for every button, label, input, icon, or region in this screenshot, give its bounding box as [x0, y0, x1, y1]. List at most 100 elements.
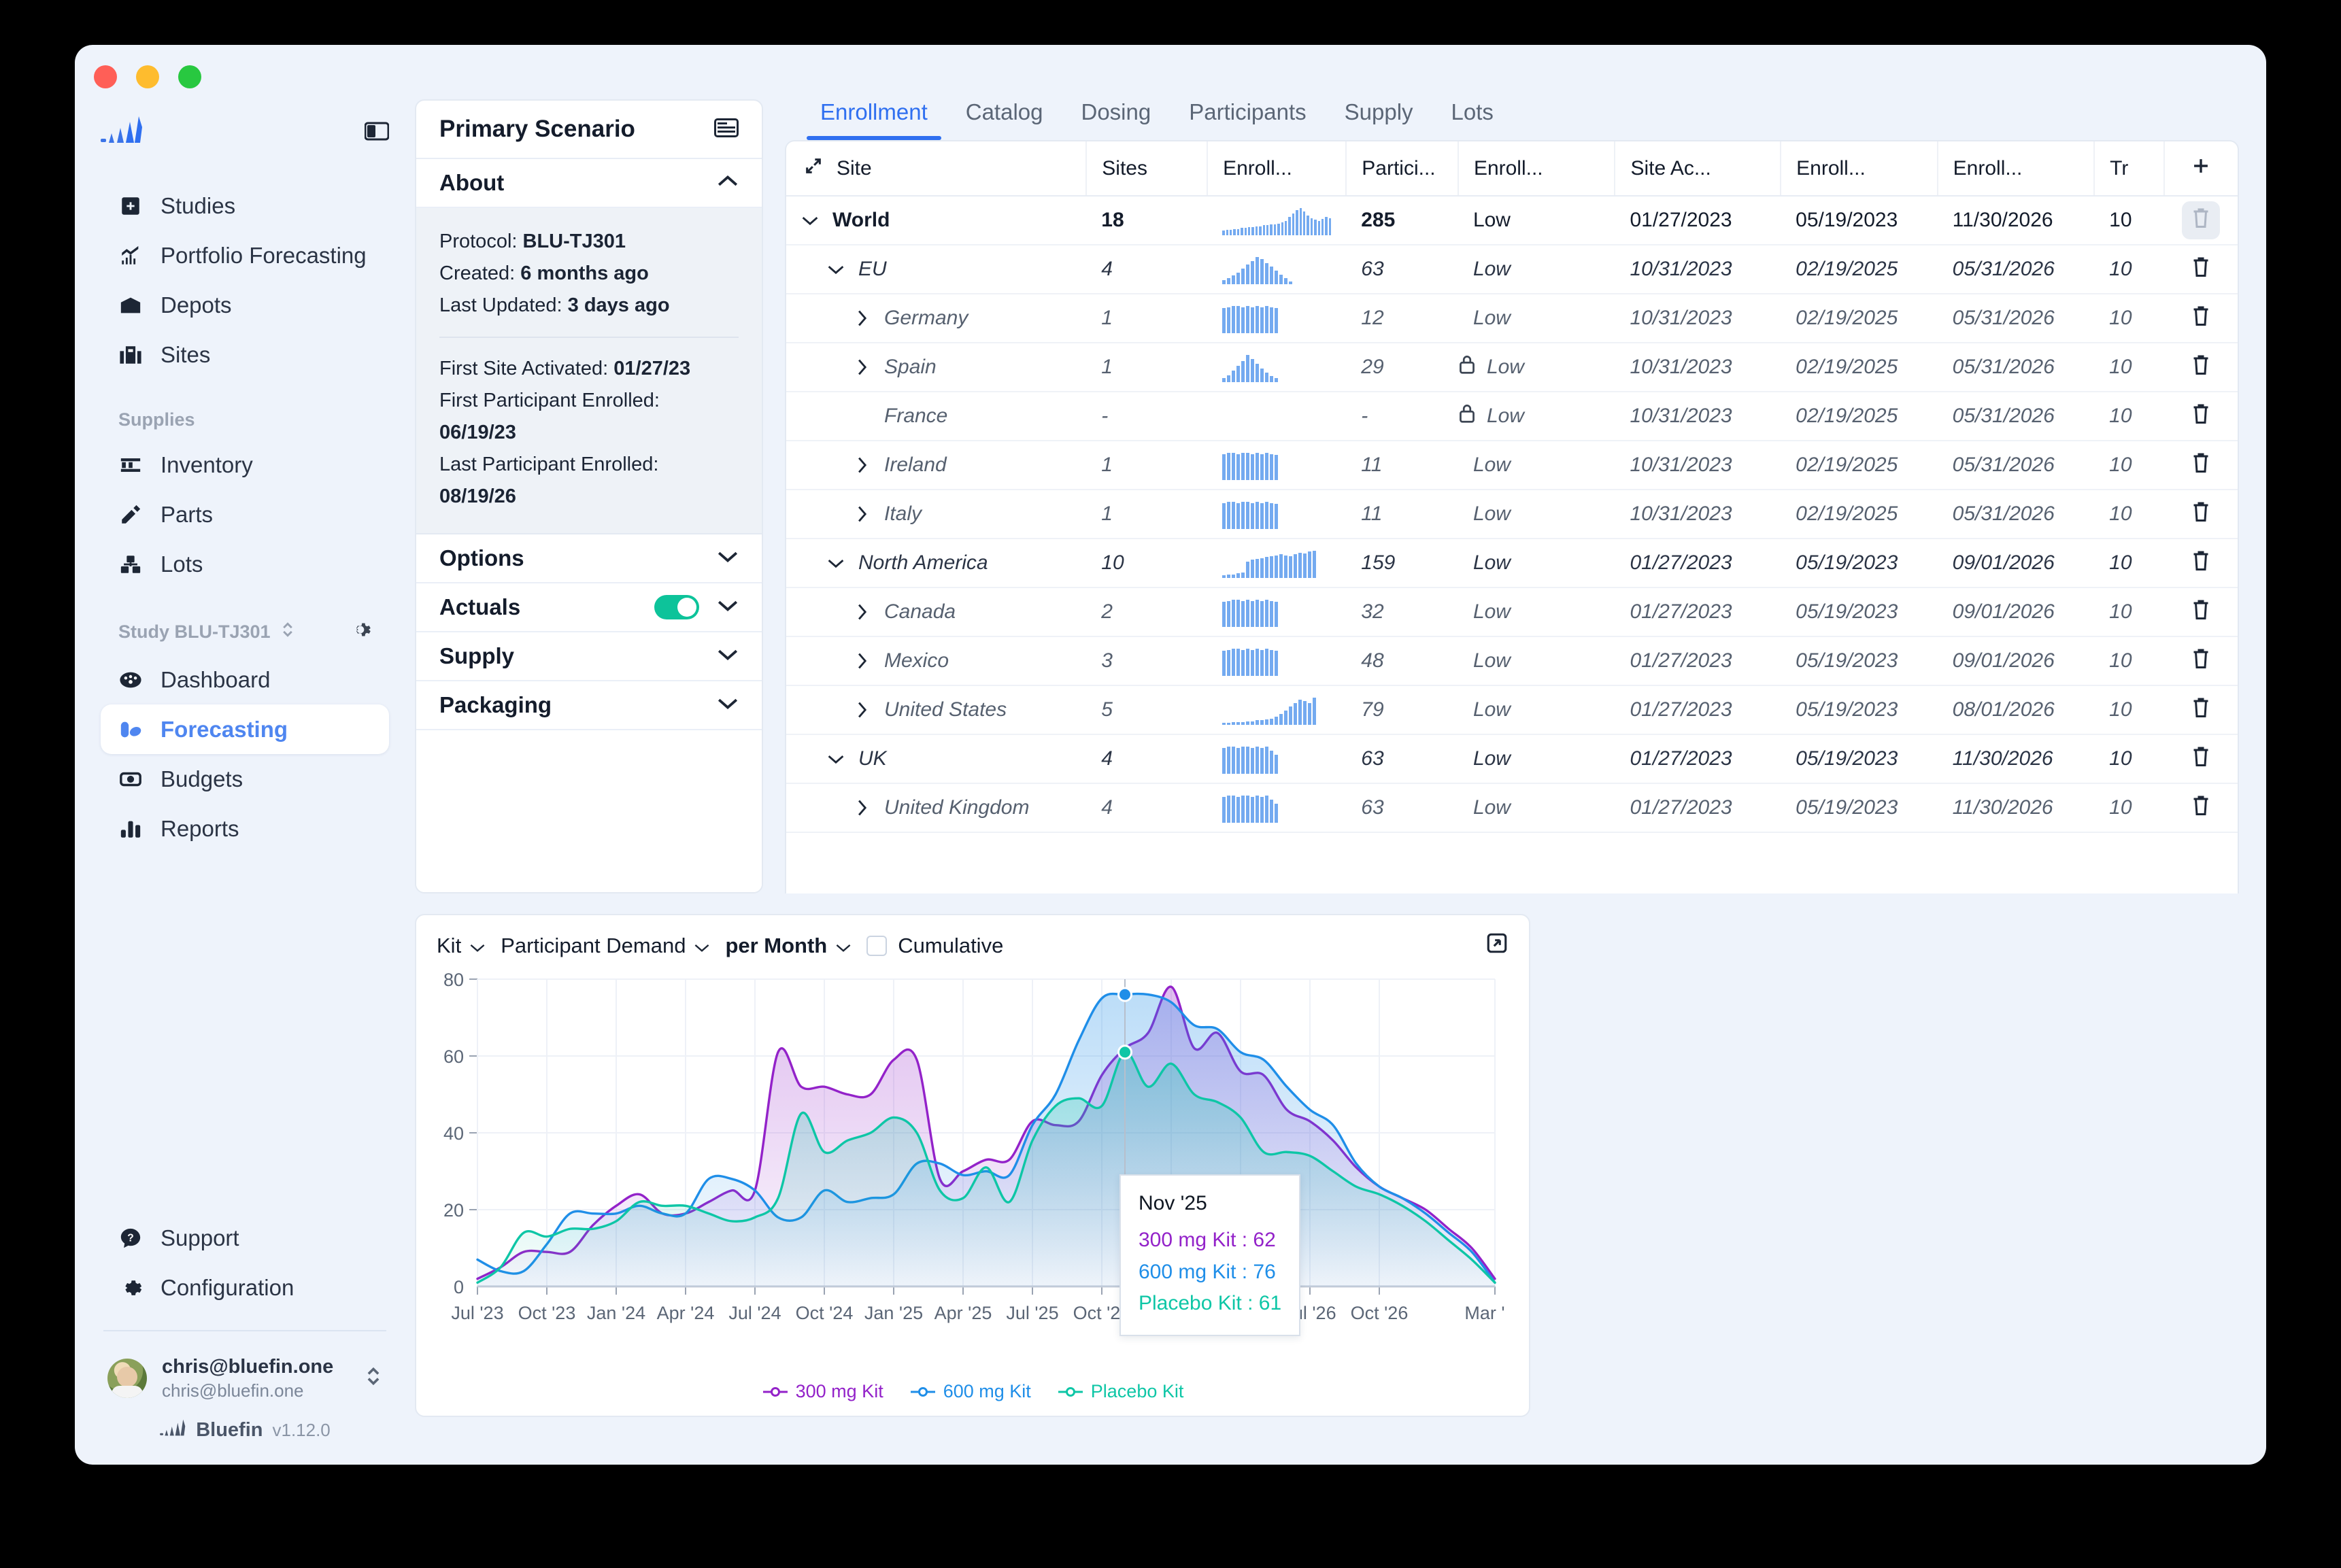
tab-dosing[interactable]: Dosing [1062, 99, 1170, 140]
cell-delete[interactable] [2163, 587, 2238, 637]
chevron-right-icon[interactable] [853, 701, 871, 719]
accordion-options-header[interactable]: Options [416, 534, 762, 583]
user-account-switcher[interactable]: chris@bluefin.one chris@bluefin.one [101, 1331, 389, 1401]
table-row[interactable]: Ireland 1 11 Low 10/31/2023 02/19/2025 05/31/2… [786, 441, 2238, 490]
table-row[interactable]: World 18 285 Low 01/27/2023 05/19/2023 11/30/2… [786, 196, 2238, 245]
table-row[interactable]: EU 4 63 Low 10/31/2023 02/19/2025 05/31/2026 10 [786, 245, 2238, 294]
table-row[interactable]: UK 4 63 Low 01/27/2023 05/19/2023 11/30/2026 10 [786, 734, 2238, 784]
delete-row-button[interactable] [2182, 250, 2220, 288]
tab-lots[interactable]: Lots [1432, 99, 1513, 140]
cell-site[interactable]: France [786, 392, 1087, 441]
delete-row-button[interactable] [2182, 642, 2220, 680]
cell-site[interactable]: UK [786, 734, 1087, 784]
bluefin-logo-icon[interactable] [101, 116, 143, 150]
sidebar-item-depots[interactable]: Depots [101, 280, 389, 330]
cell-site[interactable]: EU [786, 245, 1087, 294]
study-settings-gear-icon[interactable] [350, 619, 371, 645]
add-column-button[interactable] [2163, 141, 2238, 197]
sidebar-item-portfolio-forecasting[interactable]: Portfolio Forecasting [101, 231, 389, 280]
table-row[interactable]: United States 5 79 Low 01/27/2023 05/19/2023 0… [786, 685, 2238, 735]
accordion-about-header[interactable]: About [416, 159, 762, 208]
cell-delete[interactable] [2163, 490, 2238, 539]
study-selector-label[interactable]: Study BLU-TJ301 [118, 621, 271, 643]
cell-site[interactable]: United States [786, 685, 1087, 735]
chevron-up-icon[interactable] [717, 175, 739, 192]
chevron-right-icon[interactable] [853, 309, 871, 327]
column-header[interactable]: Enroll... [1781, 141, 1938, 197]
delete-row-button[interactable] [2182, 299, 2220, 337]
delete-row-button[interactable] [2182, 495, 2220, 533]
scenario-card-view-icon[interactable] [714, 118, 739, 141]
chevron-right-icon[interactable] [853, 652, 871, 670]
sidebar-item-support[interactable]: ? Support [101, 1213, 389, 1263]
column-header[interactable]: Tr [2094, 141, 2165, 197]
delete-row-button[interactable] [2182, 691, 2220, 729]
tab-participants[interactable]: Participants [1170, 99, 1325, 140]
tab-catalog[interactable]: Catalog [947, 99, 1062, 140]
table-row[interactable]: Spain 1 29 Low 10/31/2023 02/19/2025 05/31/202… [786, 343, 2238, 392]
sidebar-item-parts[interactable]: Parts [101, 490, 389, 539]
chevron-right-icon[interactable] [853, 505, 871, 523]
chevron-right-icon[interactable] [853, 799, 871, 817]
accordion-actuals-header[interactable]: Actuals [416, 583, 762, 632]
cell-site[interactable]: Ireland [786, 441, 1087, 490]
chevron-down-icon[interactable] [717, 647, 739, 664]
table-row[interactable]: Mexico 3 48 Low 01/27/2023 05/19/2023 09/01/20… [786, 636, 2238, 686]
cell-delete[interactable] [2163, 539, 2238, 588]
cell-delete[interactable] [2163, 196, 2238, 245]
chevron-down-icon[interactable] [801, 215, 819, 226]
table-row[interactable]: Italy 1 11 Low 10/31/2023 02/19/2025 05/31/202… [786, 490, 2238, 539]
table-row[interactable]: Canada 2 32 Low 01/27/2023 05/19/2023 09/01/20… [786, 587, 2238, 637]
sidebar-item-forecasting[interactable]: Forecasting [101, 704, 389, 754]
delete-row-button[interactable] [2182, 397, 2220, 435]
cell-site[interactable]: World [786, 196, 1087, 245]
sidebar-item-sites[interactable]: Sites [101, 330, 389, 379]
table-row[interactable]: Germany 1 12 Low 10/31/2023 02/19/2025 05/31/2… [786, 294, 2238, 343]
delete-row-button[interactable] [2182, 544, 2220, 582]
cell-site[interactable]: Germany [786, 294, 1087, 343]
cell-delete[interactable] [2163, 392, 2238, 441]
sidebar-item-configuration[interactable]: Configuration [101, 1263, 389, 1312]
chart-plot-area[interactable]: 0 20 40 60 80 Jul '23 Oct '23 Jan '24 Apr '24 Jul… [416, 966, 1529, 1381]
sidebar-item-studies[interactable]: Studies [101, 181, 389, 231]
chevron-down-icon[interactable] [827, 558, 845, 568]
cell-delete[interactable] [2163, 783, 2238, 833]
chevron-down-icon[interactable] [717, 549, 739, 566]
delete-row-button[interactable] [2181, 201, 2220, 239]
delete-row-button[interactable] [2182, 446, 2220, 484]
delete-row-button[interactable] [2182, 348, 2220, 386]
cell-delete[interactable] [2163, 636, 2238, 686]
column-header[interactable]: Site [786, 141, 1088, 197]
chevron-right-icon[interactable] [853, 603, 871, 621]
tab-enrollment[interactable]: Enrollment [801, 99, 947, 140]
actuals-toggle[interactable] [654, 594, 699, 619]
cell-site[interactable]: Canada [786, 587, 1087, 637]
legend-item[interactable]: 300 mg Kit [762, 1381, 883, 1402]
cell-delete[interactable] [2163, 343, 2238, 392]
chevron-updown-icon[interactable] [280, 621, 295, 643]
cell-delete[interactable] [2163, 734, 2238, 784]
column-header[interactable]: Partici... [1346, 141, 1459, 197]
legend-item[interactable]: Placebo Kit [1057, 1381, 1183, 1402]
chevron-down-icon[interactable] [827, 753, 845, 764]
cell-site[interactable]: Mexico [786, 636, 1087, 686]
chart-metric-select[interactable]: Participant Demand [501, 934, 710, 958]
toggle-sidebar-panel-button[interactable] [364, 121, 390, 145]
tab-supply[interactable]: Supply [1326, 99, 1432, 140]
column-header[interactable]: Enroll... [1937, 141, 2095, 197]
chevron-down-icon[interactable] [827, 264, 845, 275]
chart-period-select[interactable]: per Month [725, 934, 852, 958]
chart-scope-select[interactable]: Kit [437, 934, 486, 958]
cell-delete[interactable] [2163, 294, 2238, 343]
delete-row-button[interactable] [2182, 789, 2220, 827]
cell-delete[interactable] [2163, 441, 2238, 490]
expand-all-icon[interactable] [804, 156, 823, 181]
sidebar-item-lots[interactable]: Lots [101, 539, 389, 589]
delete-row-button[interactable] [2182, 593, 2220, 631]
sidebar-item-reports[interactable]: Reports [101, 804, 389, 853]
column-header[interactable]: Sites [1086, 141, 1209, 197]
legend-item[interactable]: 600 mg Kit [909, 1381, 1031, 1402]
cell-site[interactable]: United Kingdom [786, 783, 1087, 833]
expand-icon[interactable] [1485, 932, 1509, 960]
delete-row-button[interactable] [2182, 740, 2220, 778]
